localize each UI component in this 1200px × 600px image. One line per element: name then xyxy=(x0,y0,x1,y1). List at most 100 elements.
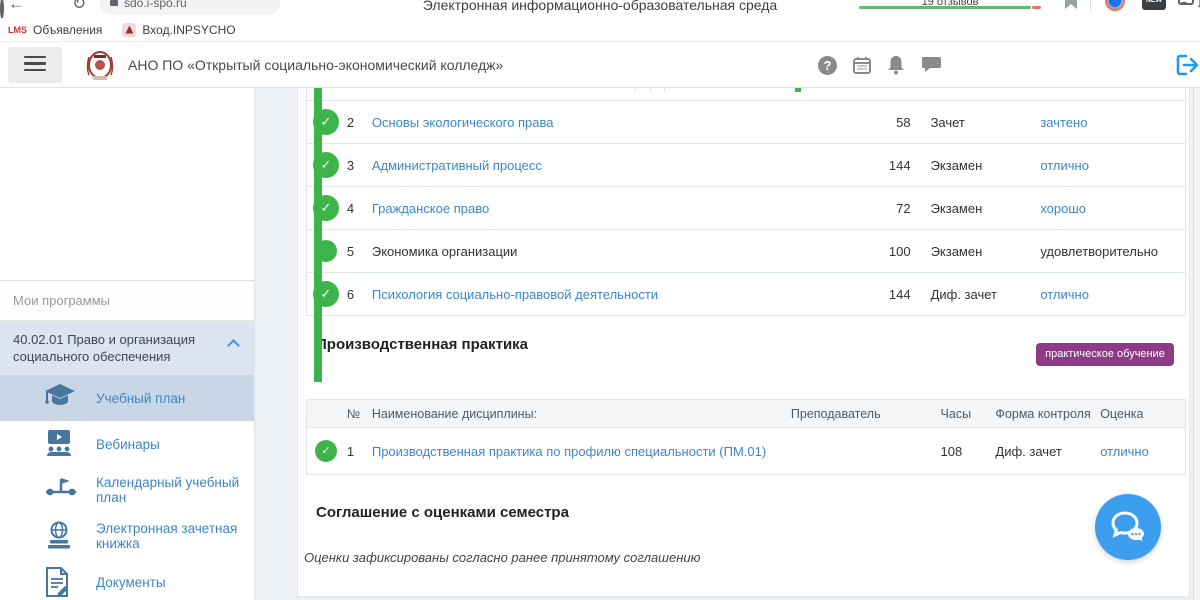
sidebar-item-label: Электронная зачетная книжка xyxy=(96,521,254,551)
hours-value: 144 xyxy=(811,287,911,302)
hamburger-icon xyxy=(24,56,46,72)
page-body: Мои программы 40.02.01 Право и организац… xyxy=(0,88,1200,600)
hours-value: 108 xyxy=(941,444,996,459)
logout-icon[interactable] xyxy=(1176,54,1198,76)
program-code-line2: социального обеспечения xyxy=(13,348,220,365)
sidebar-item-label: Документы xyxy=(96,575,166,590)
col-header-num: № xyxy=(347,407,372,421)
grade-link[interactable]: отлично xyxy=(1040,287,1089,302)
chat-extension-icon[interactable] xyxy=(1178,0,1194,5)
discipline-link[interactable]: Основы экологического права xyxy=(372,115,554,130)
hours-value: 100 xyxy=(811,244,911,259)
hours-value: 58 xyxy=(811,115,911,130)
table-header-row: № Наименование дисциплины: Преподаватель… xyxy=(307,400,1185,428)
lms-favicon: LMS xyxy=(8,25,27,35)
grade-link[interactable]: хорошо xyxy=(1040,201,1086,216)
control-form: Диф. зачет xyxy=(995,444,1100,459)
globe-book-icon xyxy=(44,521,76,551)
hours-value: 72 xyxy=(811,201,911,216)
sidebar: Мои программы 40.02.01 Право и организац… xyxy=(0,88,255,600)
bookmark-item-inpsycho[interactable]: Вход.INPSYCHO xyxy=(122,23,235,37)
table-row: ✓ 4 Гражданское право 72 Экзамен хорошо xyxy=(307,186,1185,229)
table-row-partial xyxy=(307,88,1185,100)
toolbar-divider xyxy=(1090,0,1091,10)
col-header-hours: Часы xyxy=(941,407,996,421)
sidebar-item-documents[interactable]: Документы xyxy=(0,559,254,600)
grade-value: удовлетворительно xyxy=(1040,244,1158,259)
webinar-icon xyxy=(44,429,76,459)
control-form: Зачет xyxy=(931,115,1041,130)
col-header-control: Форма контроля xyxy=(995,407,1100,421)
sidebar-section-label: Мои программы xyxy=(0,281,254,321)
grade-link[interactable]: отлично xyxy=(1040,158,1089,173)
reviews-rating-bar xyxy=(859,6,1031,9)
college-logo xyxy=(84,49,116,83)
grade-link[interactable]: отлично xyxy=(1100,444,1149,459)
discipline-name: Экономика организации xyxy=(372,244,518,259)
milestone-icon xyxy=(44,475,76,505)
check-circle-icon: ✓ xyxy=(313,281,339,307)
sidebar-scroll-area xyxy=(0,88,254,281)
screen: ← ↻ sdo.i-spo.ru Электронная информацион… xyxy=(0,0,1200,600)
discipline-link[interactable]: Психология социально-правовой деятельнос… xyxy=(372,287,658,302)
content-card: ✓ 2 Основы экологического права 58 Зачет… xyxy=(297,88,1190,597)
reviews-widget[interactable]: 19 отзывов xyxy=(855,0,1045,16)
check-circle-icon: ✓ xyxy=(313,152,339,178)
control-form: Экзамен xyxy=(931,158,1041,173)
bookmark-label: Вход.INPSYCHO xyxy=(142,23,235,37)
chevron-up-icon xyxy=(227,339,240,352)
table-row: ✓ 2 Основы экологического права 58 Зачет… xyxy=(307,100,1185,143)
download-icon[interactable]: ↓ xyxy=(1196,0,1200,10)
emblem-favicon xyxy=(122,23,136,37)
calendar-icon[interactable] xyxy=(852,55,872,75)
agreement-note: Оценки зафиксированы согласно ранее прин… xyxy=(304,550,700,565)
sidebar-program-toggle[interactable]: 40.02.01 Право и организация социального… xyxy=(0,321,254,375)
row-number: 6 xyxy=(347,287,372,302)
practice-discipline-link[interactable]: Производственная практика по профилю спе… xyxy=(372,444,766,459)
control-form: Экзамен xyxy=(931,201,1041,216)
control-form: Экзамен xyxy=(931,244,1041,259)
section-heading-agreement: Соглашение с оценками семестра xyxy=(316,504,569,521)
bell-icon[interactable] xyxy=(887,55,907,75)
row-number: 5 xyxy=(347,244,372,259)
bookmarks-bar: LMS Объявления Вход.INPSYCHO xyxy=(0,18,1200,42)
app-header: АНО ПО «Открытый социально-экономический… xyxy=(0,42,1200,88)
program-code-line1: 40.02.01 Право и организация xyxy=(13,331,220,348)
page-scrollbar[interactable] xyxy=(1193,88,1200,600)
check-circle-icon: ✓ xyxy=(313,109,339,135)
messages-icon[interactable] xyxy=(922,55,942,75)
row-number: 4 xyxy=(347,201,372,216)
check-circle-icon: ✓ xyxy=(315,440,337,462)
discipline-link[interactable]: Гражданское право xyxy=(372,201,489,216)
sidebar-item-label: Календарный учебный план xyxy=(96,475,254,505)
sidebar-item-webinars[interactable]: Вебинары xyxy=(0,421,254,467)
sidebar-item-label: Учебный план xyxy=(96,391,185,406)
row-number: 2 xyxy=(347,115,372,130)
col-header-name: Наименование дисциплины: xyxy=(372,407,791,421)
discipline-link[interactable]: Административный процесс xyxy=(372,158,542,173)
sidebar-item-curriculum[interactable]: Учебный план xyxy=(0,375,254,421)
progress-dot-icon xyxy=(315,240,337,262)
header-icons: ? xyxy=(818,55,942,75)
new-badge-icon[interactable]: NEW xyxy=(1142,0,1166,10)
row-number: 3 xyxy=(347,158,372,173)
row-number: 1 xyxy=(347,444,372,459)
chat-bubbles-icon xyxy=(1109,510,1147,544)
table-row: ✓ 1 Производственная практика по профилю… xyxy=(307,428,1185,474)
document-icon xyxy=(44,567,76,597)
graduation-cap-icon xyxy=(44,383,76,413)
help-icon[interactable]: ? xyxy=(818,56,837,75)
sidebar-item-calendar-plan[interactable]: Календарный учебный план xyxy=(0,467,254,513)
menu-toggle-button[interactable] xyxy=(8,47,62,83)
grade-link[interactable]: зачтено xyxy=(1040,115,1087,130)
hours-value: 144 xyxy=(811,158,911,173)
check-circle-icon: ✓ xyxy=(313,195,339,221)
table-row: ✓ 6 Психология социально-правовой деятел… xyxy=(307,272,1185,315)
disciplines-table: ✓ 2 Основы экологического права 58 Зачет… xyxy=(306,88,1186,316)
practice-badge[interactable]: практическое обучение xyxy=(1036,343,1174,366)
col-header-grade: Оценка xyxy=(1100,407,1185,421)
bookmark-item-announcements[interactable]: LMS Объявления xyxy=(8,23,102,37)
browser-toolbar: ← ↻ sdo.i-spo.ru Электронная информацион… xyxy=(0,0,1200,18)
sidebar-item-gradebook[interactable]: Электронная зачетная книжка xyxy=(0,513,254,559)
support-chat-button[interactable] xyxy=(1095,494,1161,560)
